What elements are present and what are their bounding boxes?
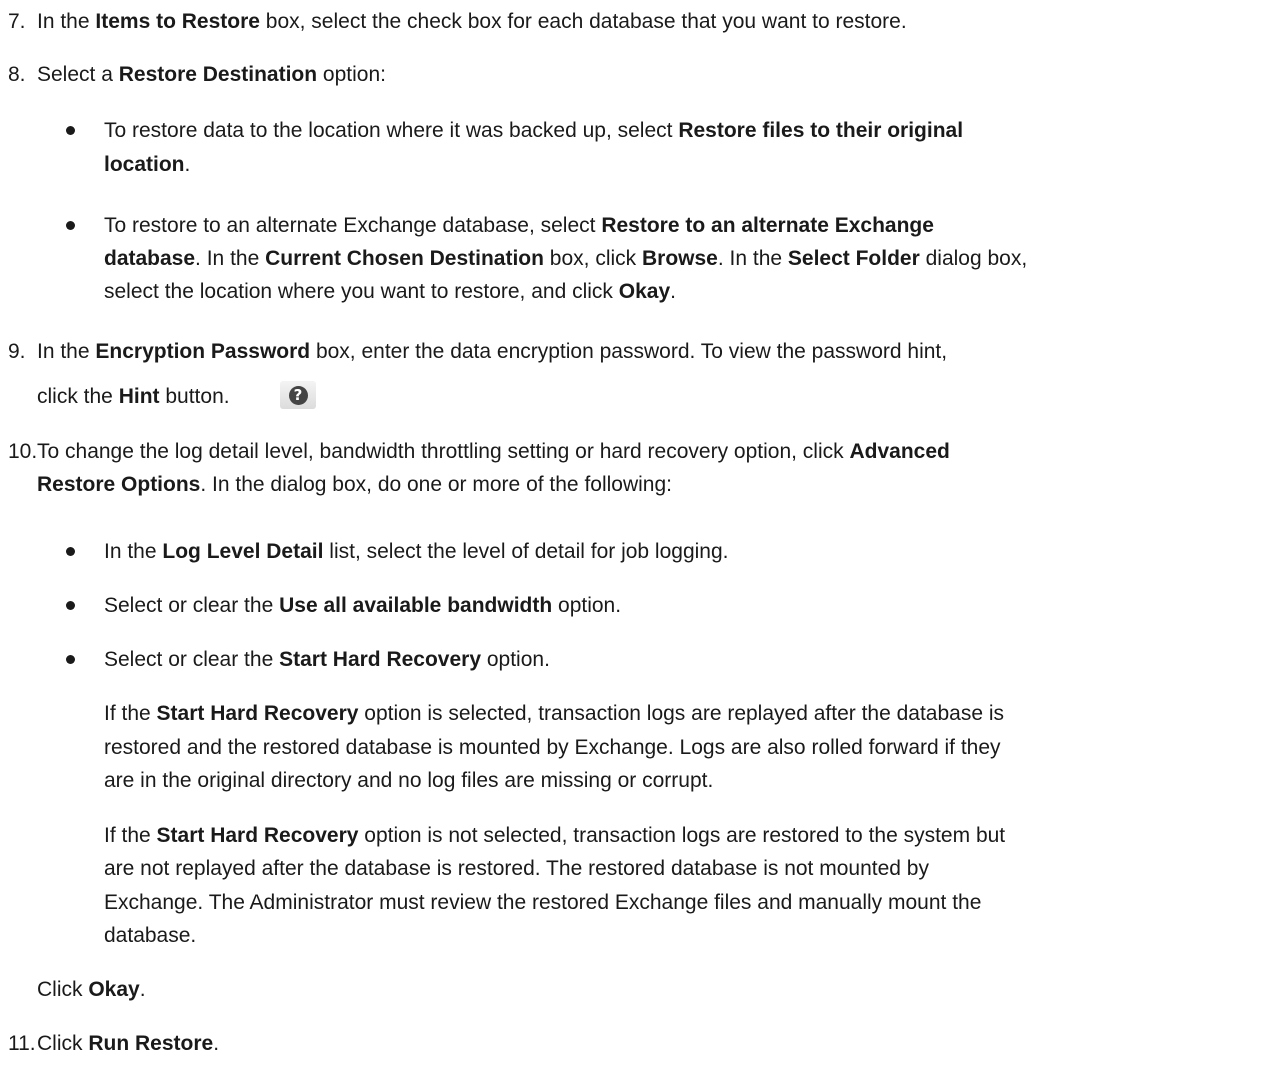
text: dialog box, [919, 247, 1028, 270]
ui-term: Start Hard Recovery [156, 702, 359, 725]
text: In the [104, 540, 163, 563]
ui-term: Run Restore [88, 1032, 214, 1055]
text: . [213, 1032, 220, 1055]
step-number: 10. [8, 440, 38, 463]
text: option. [552, 594, 622, 617]
step-7-text: In the Items to Restore box, select the … [37, 8, 907, 36]
bullet-marker [66, 601, 75, 610]
ui-term: database [104, 247, 196, 270]
text: database. [104, 924, 197, 947]
step-7: 7. [8, 8, 26, 36]
step-number: 9. [8, 340, 26, 363]
ui-term: Encryption Password [95, 340, 311, 363]
text: Click [37, 978, 89, 1001]
ui-term: Restore Destination [118, 63, 318, 86]
ui-term: Okay [88, 978, 140, 1001]
help-question-icon: ? [280, 381, 316, 409]
ui-term: Log Level Detail [162, 540, 324, 563]
text: In the [37, 340, 96, 363]
step-8: 8. [8, 61, 26, 89]
step-10-para-1-line-1: If the Start Hard Recovery option is sel… [104, 700, 1004, 728]
text: To restore to an alternate Exchange data… [104, 214, 602, 237]
step-10-click-okay: Click Okay. [37, 976, 146, 1004]
text: option: [317, 63, 386, 86]
step-9-line-1: In the Encryption Password box, enter th… [37, 338, 947, 366]
text: . In the [717, 247, 788, 270]
step-11-text: Click Run Restore. [37, 1030, 219, 1058]
text: If the [104, 702, 157, 725]
text: . [139, 978, 146, 1001]
text: are not replayed after the database is r… [104, 857, 929, 880]
text: To change the log detail level, bandwidt… [37, 440, 850, 463]
text: option is not selected, transaction logs… [358, 824, 1006, 847]
text: . [670, 280, 676, 303]
bullet-marker [66, 126, 75, 135]
ui-term: Restore Options [37, 473, 201, 496]
step-10-para-1-line-3: are in the original directory and no log… [104, 767, 713, 795]
step-9-line-2: click the Hint button. [37, 383, 230, 411]
step-8-bullet-2-line-3: select the location where you want to re… [104, 278, 676, 306]
bullet-marker [66, 221, 75, 230]
step-10-line-1: To change the log detail level, bandwidt… [37, 438, 950, 466]
text: box, click [543, 247, 642, 270]
ui-term: Hint [118, 385, 160, 408]
ui-term: Restore to an alternate Exchange [601, 214, 934, 237]
ui-term: location [104, 153, 185, 176]
step-10-para-2-line-3: Exchange. The Administrator must review … [104, 889, 981, 917]
ui-term: Advanced [849, 440, 950, 463]
text: box, enter the data encryption password.… [310, 340, 948, 363]
step-number: 7. [8, 10, 26, 33]
text: button. [159, 385, 230, 408]
step-10-para-1-line-2: restored and the restored database is mo… [104, 734, 1001, 762]
ui-term: Start Hard Recovery [156, 824, 359, 847]
step-10-para-2-line-4: database. [104, 922, 196, 950]
step-10-bullet-1: In the Log Level Detail list, select the… [104, 538, 729, 566]
text: Select a [37, 63, 119, 86]
step-10-para-2-line-1: If the Start Hard Recovery option is not… [104, 822, 1005, 850]
text: are in the original directory and no log… [104, 769, 714, 792]
text: Select or clear the [104, 594, 280, 617]
step-11: 11. [8, 1030, 36, 1058]
ui-term: Okay [618, 280, 671, 303]
step-number: 8. [8, 63, 26, 86]
text: box, select the check box for each datab… [259, 10, 907, 33]
text: To restore data to the location where it… [104, 119, 679, 142]
ui-term: Browse [641, 247, 718, 270]
step-number: 11. [8, 1032, 36, 1055]
text: click the [37, 385, 119, 408]
step-8-bullet-1-line-1: To restore data to the location where it… [104, 117, 963, 145]
text: select the location where you want to re… [104, 280, 619, 303]
step-8-text: Select a Restore Destination option: [37, 61, 386, 89]
text: Select or clear the [104, 648, 280, 671]
text: list, select the level of detail for job… [323, 540, 729, 563]
text: option. [481, 648, 550, 671]
text: option is selected, transaction logs are… [358, 702, 1005, 725]
bullet-marker [66, 655, 75, 664]
question-mark-glyph: ? [288, 385, 308, 405]
step-10-bullet-2: Select or clear the Use all available ba… [104, 592, 621, 620]
text: restored and the restored database is mo… [104, 736, 1001, 759]
step-8-bullet-1-line-2: location. [104, 151, 190, 179]
step-10-bullet-3: Select or clear the Start Hard Recovery … [104, 646, 550, 674]
ui-term: Start Hard Recovery [279, 648, 482, 671]
step-9: 9. [8, 338, 26, 366]
text: In the [37, 10, 96, 33]
step-8-bullet-2-line-2: database. In the Current Chosen Destinat… [104, 245, 1027, 273]
step-8-bullet-2-line-1: To restore to an alternate Exchange data… [104, 212, 934, 240]
step-10: 10. [8, 438, 37, 466]
text: . [184, 153, 191, 176]
ui-term: Items to Restore [95, 10, 260, 33]
text: Click [37, 1032, 89, 1055]
bullet-marker [66, 547, 75, 556]
ui-term: Select Folder [787, 247, 920, 270]
text: . In the [195, 247, 266, 270]
ui-term: Restore files to their original [678, 119, 964, 142]
step-10-line-2: Restore Options. In the dialog box, do o… [37, 471, 672, 499]
ui-term: Use all available bandwidth [279, 594, 553, 617]
ui-term: Current Chosen Destination [265, 247, 544, 270]
text: . In the dialog box, do one or more of t… [200, 473, 672, 496]
step-10-para-2-line-2: are not replayed after the database is r… [104, 855, 929, 883]
text: Exchange. The Administrator must review … [104, 891, 982, 914]
text: If the [104, 824, 157, 847]
